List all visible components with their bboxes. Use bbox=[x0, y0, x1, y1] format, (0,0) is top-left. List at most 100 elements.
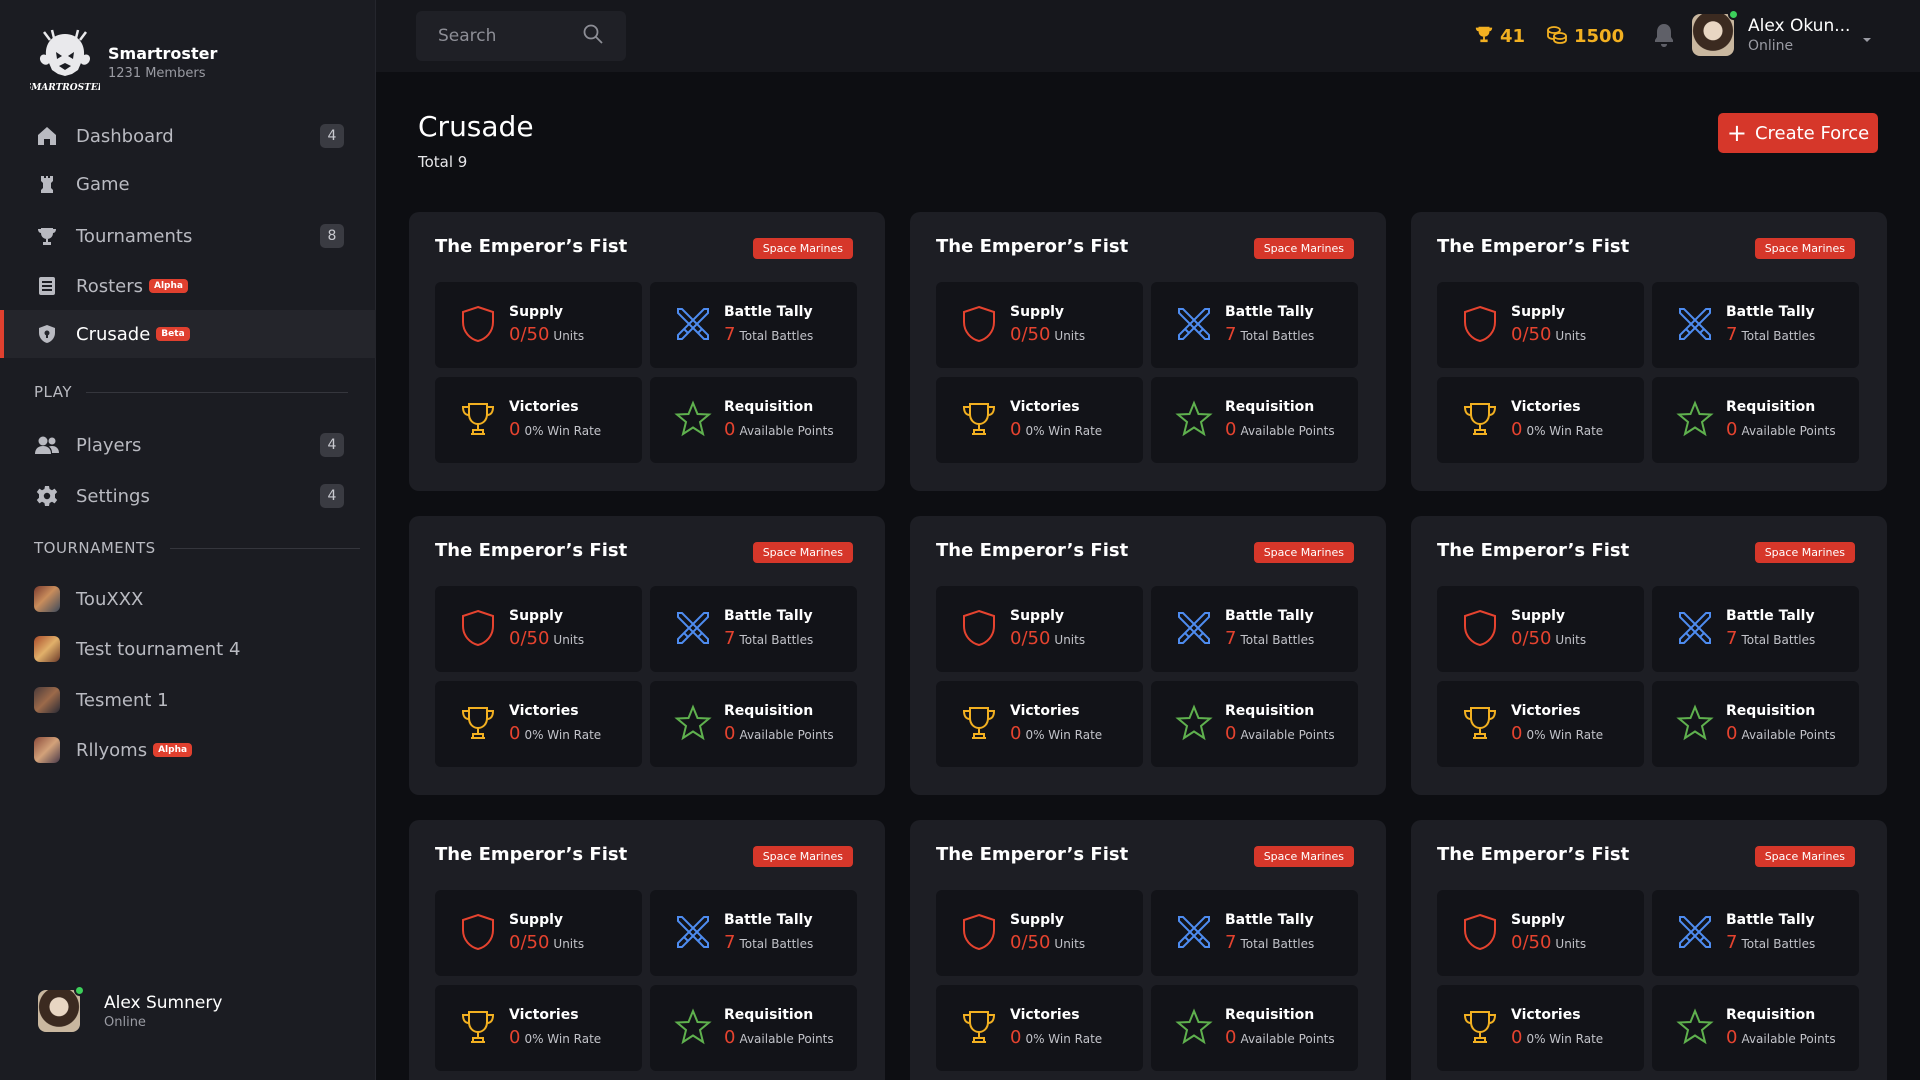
supply-tile: Supply 0/50 Units bbox=[435, 282, 642, 368]
sidebar: SMARTROSTER Smartroster 1231 Members Das… bbox=[0, 0, 376, 1080]
star-icon bbox=[1674, 1006, 1716, 1048]
page-total: Total 9 bbox=[418, 153, 468, 171]
supply-value: 0/50 Units bbox=[1511, 324, 1587, 345]
shield-icon bbox=[958, 303, 1000, 345]
sidebar-tournament-touxxx[interactable]: TouXXX bbox=[0, 575, 376, 623]
crossed-swords-icon bbox=[672, 303, 714, 345]
force-card[interactable]: The Emperor’s Fist Space Marines Supply … bbox=[1411, 516, 1887, 795]
sidebar-tournament-test-4[interactable]: Test tournament 4 bbox=[0, 625, 376, 673]
supply-value: 0/50 Units bbox=[509, 932, 585, 953]
sidebar-item-settings[interactable]: Settings 4 bbox=[0, 472, 376, 520]
supply-tile: Supply 0/50 Units bbox=[1437, 890, 1644, 976]
trophy-icon bbox=[1474, 24, 1500, 49]
shield-icon bbox=[457, 911, 499, 953]
crossed-swords-icon bbox=[1173, 607, 1215, 649]
users-icon bbox=[34, 432, 60, 458]
battle-value: 7 Total Battles bbox=[724, 932, 814, 953]
force-card[interactable]: The Emperor’s Fist Space Marines Supply … bbox=[910, 516, 1386, 795]
search-input[interactable]: Search bbox=[416, 11, 626, 61]
requisition-label: Requisition bbox=[1726, 399, 1816, 415]
play-section-label: PLAY bbox=[34, 383, 349, 401]
requisition-label: Requisition bbox=[724, 703, 814, 719]
sidebar-item-tournaments[interactable]: Tournaments 8 bbox=[0, 212, 376, 260]
supply-tile: Supply 0/50 Units bbox=[936, 890, 1143, 976]
star-icon bbox=[672, 702, 714, 744]
page-title: Crusade bbox=[418, 110, 534, 143]
bell-icon[interactable] bbox=[1653, 22, 1675, 52]
victories-tile: Victories 0 0% Win Rate bbox=[1437, 985, 1644, 1071]
header-user[interactable]: Alex Okun... Online bbox=[1692, 9, 1851, 56]
sidebar-item-rosters[interactable]: Rosters Alpha bbox=[0, 262, 376, 310]
requisition-tile: Requisition 0 Available Points bbox=[1652, 377, 1859, 463]
user-status: Online bbox=[104, 1014, 146, 1030]
sidebar-item-label: Settings bbox=[76, 485, 150, 507]
crossed-swords-icon bbox=[1674, 607, 1716, 649]
sidebar-item-label: Rosters bbox=[76, 275, 143, 297]
requisition-label: Requisition bbox=[1225, 703, 1315, 719]
victories-value: 0 0% Win Rate bbox=[509, 1027, 602, 1048]
force-card[interactable]: The Emperor’s Fist Space Marines Supply … bbox=[910, 820, 1386, 1080]
victories-tile: Victories 0 0% Win Rate bbox=[1437, 377, 1644, 463]
victories-value: 0 0% Win Rate bbox=[1010, 723, 1103, 744]
chevron-down-icon[interactable] bbox=[1861, 30, 1873, 49]
victories-label: Victories bbox=[1511, 399, 1581, 415]
star-icon bbox=[1173, 702, 1215, 744]
sidebar-item-label: Crusade bbox=[76, 323, 151, 345]
requisition-value: 0 Available Points bbox=[1726, 1027, 1836, 1048]
sidebar-item-dashboard[interactable]: Dashboard 4 bbox=[0, 112, 376, 160]
force-card[interactable]: The Emperor’s Fist Space Marines Supply … bbox=[409, 820, 885, 1080]
crossed-swords-icon bbox=[1674, 303, 1716, 345]
star-icon bbox=[672, 398, 714, 440]
force-card[interactable]: The Emperor’s Fist Space Marines Supply … bbox=[409, 516, 885, 795]
star-icon bbox=[1173, 398, 1215, 440]
supply-tile: Supply 0/50 Units bbox=[435, 586, 642, 672]
victories-label: Victories bbox=[1511, 1007, 1581, 1023]
current-user[interactable]: Alex Sumnery Online bbox=[38, 985, 222, 1032]
victories-label: Victories bbox=[1010, 399, 1080, 415]
victories-label: Victories bbox=[1511, 703, 1581, 719]
requisition-label: Requisition bbox=[724, 399, 814, 415]
victories-label: Victories bbox=[509, 399, 579, 415]
tournament-thumbnail bbox=[34, 636, 60, 662]
trophy-count[interactable]: 41 bbox=[1474, 24, 1525, 49]
sidebar-tournament-rllyoms[interactable]: Rllyoms Alpha bbox=[0, 726, 376, 774]
force-card[interactable]: The Emperor’s Fist Space Marines Supply … bbox=[1411, 820, 1887, 1080]
supply-value: 0/50 Units bbox=[1010, 932, 1086, 953]
coins-icon bbox=[1546, 24, 1574, 49]
coin-count[interactable]: 1500 bbox=[1546, 24, 1624, 49]
sidebar-item-crusade[interactable]: Crusade Beta bbox=[0, 310, 376, 358]
sidebar-tournament-tesment-1[interactable]: Tesment 1 bbox=[0, 676, 376, 724]
shield-icon bbox=[1459, 607, 1501, 649]
brand[interactable]: SMARTROSTER Smartroster 1231 Members bbox=[30, 28, 217, 96]
force-card[interactable]: The Emperor’s Fist Space Marines Supply … bbox=[409, 212, 885, 491]
supply-value: 0/50 Units bbox=[1010, 324, 1086, 345]
header-user-name: Alex Okun... bbox=[1748, 16, 1851, 36]
victories-value: 0 0% Win Rate bbox=[1511, 723, 1604, 744]
plus-icon: + bbox=[1726, 119, 1747, 147]
crossed-swords-icon bbox=[1173, 303, 1215, 345]
force-card[interactable]: The Emperor’s Fist Space Marines Supply … bbox=[1411, 212, 1887, 491]
battle-label: Battle Tally bbox=[1225, 912, 1314, 928]
requisition-value: 0 Available Points bbox=[1225, 1027, 1335, 1048]
home-icon bbox=[34, 123, 60, 149]
crossed-swords-icon bbox=[1674, 911, 1716, 953]
force-title: The Emperor’s Fist bbox=[1437, 540, 1630, 561]
sidebar-item-game[interactable]: Game bbox=[0, 160, 376, 208]
trophy-icon bbox=[457, 702, 499, 744]
victories-tile: Victories 0 0% Win Rate bbox=[435, 985, 642, 1071]
supply-label: Supply bbox=[1511, 912, 1566, 928]
force-title: The Emperor’s Fist bbox=[936, 236, 1129, 257]
force-card[interactable]: The Emperor’s Fist Space Marines Supply … bbox=[910, 212, 1386, 491]
shield-icon bbox=[958, 607, 1000, 649]
sidebar-item-players[interactable]: Players 4 bbox=[0, 421, 376, 469]
header-user-status: Online bbox=[1748, 38, 1794, 54]
tournament-thumbnail bbox=[34, 586, 60, 612]
victories-tile: Victories 0 0% Win Rate bbox=[936, 985, 1143, 1071]
requisition-tile: Requisition 0 Available Points bbox=[650, 377, 857, 463]
search-placeholder: Search bbox=[438, 26, 497, 46]
battle-tally-tile: Battle Tally 7 Total Battles bbox=[650, 890, 857, 976]
battle-value: 7 Total Battles bbox=[1225, 324, 1315, 345]
alpha-tag: Alpha bbox=[149, 279, 188, 293]
create-force-button[interactable]: + Create Force bbox=[1718, 113, 1878, 153]
shield-icon bbox=[1459, 303, 1501, 345]
